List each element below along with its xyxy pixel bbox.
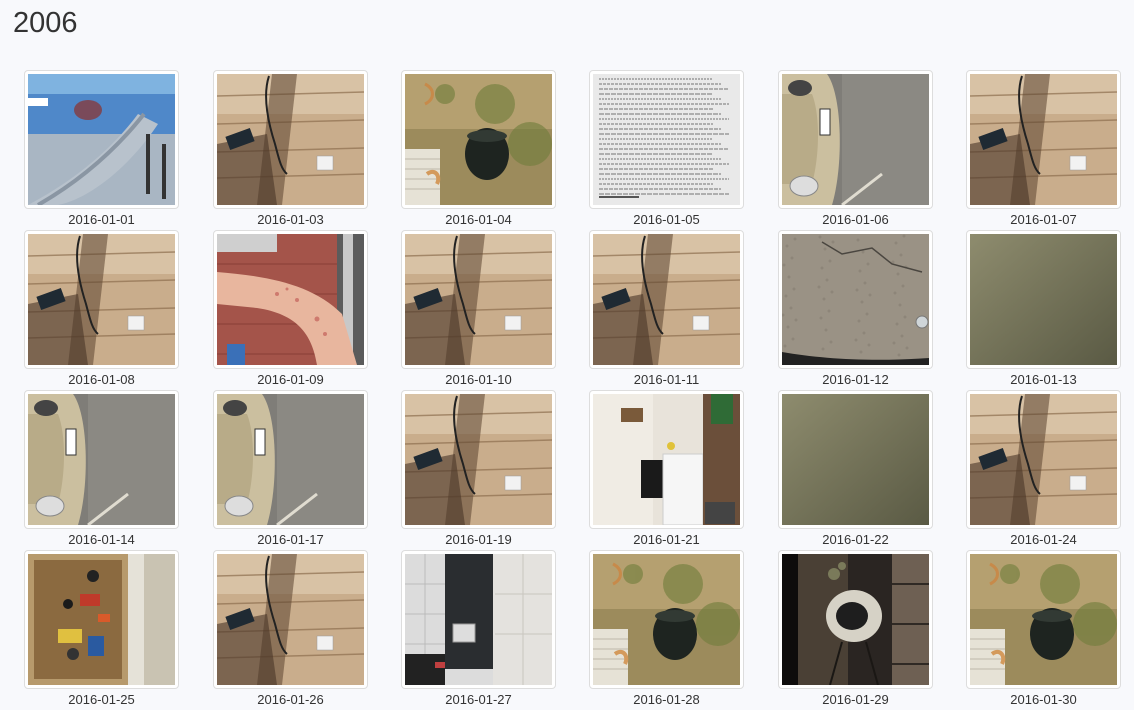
photo-tile[interactable]: 2016-01-13 — [966, 230, 1121, 390]
photo-thumbnail-frame[interactable] — [24, 550, 179, 689]
photo-date: 2016-01-08 — [68, 372, 135, 387]
photo-thumbnail-frame[interactable] — [589, 550, 744, 689]
photo-grid: 2016-01-01 2016-01-03 2016-01-04 2016-01… — [0, 0, 1134, 708]
photo-thumbnail[interactable] — [593, 554, 740, 685]
photo-date: 2016-01-01 — [68, 212, 135, 227]
photo-date: 2016-01-04 — [445, 212, 512, 227]
photo-tile[interactable]: 2016-01-08 — [24, 230, 179, 390]
photo-thumbnail-frame[interactable] — [778, 390, 933, 529]
photo-thumbnail-frame[interactable] — [778, 70, 933, 209]
photo-date: 2016-01-17 — [257, 532, 324, 547]
photo-date: 2016-01-22 — [822, 532, 889, 547]
photo-date: 2016-01-07 — [1010, 212, 1077, 227]
photo-thumbnail[interactable] — [28, 234, 175, 365]
photo-date: 2016-01-14 — [68, 532, 135, 547]
photo-thumbnail[interactable] — [593, 234, 740, 365]
photo-thumbnail[interactable] — [782, 234, 929, 365]
photo-date: 2016-01-05 — [633, 212, 700, 227]
photo-tile[interactable]: 2016-01-26 — [213, 550, 368, 710]
photo-date: 2016-01-12 — [822, 372, 889, 387]
photo-tile[interactable]: 2016-01-09 — [213, 230, 368, 390]
photo-date: 2016-01-28 — [633, 692, 700, 707]
photo-date: 2016-01-24 — [1010, 532, 1077, 547]
photo-date: 2016-01-03 — [257, 212, 324, 227]
photo-tile[interactable]: 2016-01-10 — [401, 230, 556, 390]
photo-tile[interactable]: 2016-01-19 — [401, 390, 556, 550]
photo-date: 2016-01-29 — [822, 692, 889, 707]
photo-thumbnail-frame[interactable] — [966, 70, 1121, 209]
photo-tile[interactable]: 2016-01-03 — [213, 70, 368, 230]
photo-thumbnail[interactable] — [28, 74, 175, 205]
photo-thumbnail[interactable] — [782, 394, 929, 525]
photo-thumbnail[interactable] — [970, 394, 1117, 525]
photo-date: 2016-01-09 — [257, 372, 324, 387]
photo-date: 2016-01-25 — [68, 692, 135, 707]
photo-tile[interactable]: 2016-01-06 — [778, 70, 933, 230]
photo-tile[interactable]: 2016-01-21 — [589, 390, 744, 550]
photo-date: 2016-01-06 — [822, 212, 889, 227]
photo-thumbnail-frame[interactable] — [589, 70, 744, 209]
photo-thumbnail-frame[interactable] — [401, 230, 556, 369]
photo-date: 2016-01-10 — [445, 372, 512, 387]
photo-date: 2016-01-27 — [445, 692, 512, 707]
photo-thumbnail-frame[interactable] — [778, 230, 933, 369]
photo-thumbnail[interactable] — [405, 234, 552, 365]
photo-thumbnail[interactable] — [593, 394, 740, 525]
photo-tile[interactable]: 2016-01-25 — [24, 550, 179, 710]
photo-thumbnail[interactable] — [217, 394, 364, 525]
photo-tile[interactable]: 2016-01-30 — [966, 550, 1121, 710]
photo-thumbnail[interactable] — [970, 554, 1117, 685]
photo-thumbnail-frame[interactable] — [213, 550, 368, 689]
photo-date: 2016-01-21 — [633, 532, 700, 547]
photo-thumbnail-frame[interactable] — [24, 390, 179, 529]
photo-thumbnail-frame[interactable] — [24, 70, 179, 209]
photo-thumbnail-frame[interactable] — [589, 390, 744, 529]
photo-thumbnail[interactable] — [28, 554, 175, 685]
photo-thumbnail[interactable] — [217, 234, 364, 365]
photo-thumbnail-frame[interactable] — [213, 390, 368, 529]
photo-tile[interactable]: 2016-01-11 — [589, 230, 744, 390]
photo-thumbnail[interactable] — [405, 554, 552, 685]
photo-thumbnail[interactable] — [970, 74, 1117, 205]
photo-tile[interactable]: 2016-01-22 — [778, 390, 933, 550]
photo-tile[interactable]: 2016-01-29 — [778, 550, 933, 710]
photo-tile[interactable]: 2016-01-14 — [24, 390, 179, 550]
photo-thumbnail-frame[interactable] — [401, 390, 556, 529]
photo-thumbnail[interactable] — [405, 394, 552, 525]
photo-date: 2016-01-26 — [257, 692, 324, 707]
photo-thumbnail-frame[interactable] — [589, 230, 744, 369]
photo-tile[interactable]: 2016-01-04 — [401, 70, 556, 230]
photo-thumbnail-frame[interactable] — [401, 550, 556, 689]
photo-thumbnail[interactable] — [217, 554, 364, 685]
photo-thumbnail-frame[interactable] — [24, 230, 179, 369]
photo-tile[interactable]: 2016-01-28 — [589, 550, 744, 710]
photo-thumbnail-frame[interactable] — [778, 550, 933, 689]
photo-thumbnail-frame[interactable] — [966, 230, 1121, 369]
photo-thumbnail-frame[interactable] — [966, 550, 1121, 689]
photo-tile[interactable]: 2016-01-01 — [24, 70, 179, 230]
photo-date: 2016-01-19 — [445, 532, 512, 547]
photo-tile[interactable]: 2016-01-17 — [213, 390, 368, 550]
photo-date: 2016-01-13 — [1010, 372, 1077, 387]
photo-thumbnail[interactable] — [28, 394, 175, 525]
photo-tile[interactable]: 2016-01-05 — [589, 70, 744, 230]
photo-thumbnail-frame[interactable] — [213, 70, 368, 209]
photo-thumbnail-frame[interactable] — [966, 390, 1121, 529]
photo-tile[interactable]: 2016-01-07 — [966, 70, 1121, 230]
photo-thumbnail[interactable] — [593, 74, 740, 205]
photo-thumbnail[interactable] — [217, 74, 364, 205]
photo-tile[interactable]: 2016-01-24 — [966, 390, 1121, 550]
photo-tile[interactable]: 2016-01-12 — [778, 230, 933, 390]
photo-thumbnail[interactable] — [782, 74, 929, 205]
photo-date: 2016-01-11 — [633, 372, 700, 387]
photo-thumbnail[interactable] — [970, 234, 1117, 365]
photo-thumbnail-frame[interactable] — [213, 230, 368, 369]
photo-date: 2016-01-30 — [1010, 692, 1077, 707]
photo-thumbnail[interactable] — [782, 554, 929, 685]
photo-thumbnail[interactable] — [405, 74, 552, 205]
photo-tile[interactable]: 2016-01-27 — [401, 550, 556, 710]
photo-thumbnail-frame[interactable] — [401, 70, 556, 209]
